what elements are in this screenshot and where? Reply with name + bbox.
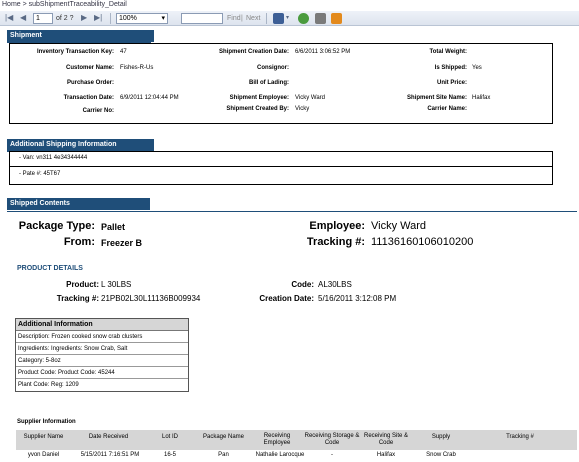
column-header: Date Received xyxy=(88,434,129,440)
creation-date-label: Creation Date: xyxy=(259,294,314,303)
code-value: AL30LBS xyxy=(318,280,352,289)
code-label: Code: xyxy=(291,280,314,289)
tracking-value: 11136160106010200 xyxy=(371,236,474,248)
column-header: Lot ID xyxy=(161,434,178,440)
product-label: Product: xyxy=(66,280,99,289)
table-cell: Pan xyxy=(218,452,229,458)
inventory-key-label: Inventory Transaction Key: xyxy=(36,49,114,55)
first-page-icon[interactable]: |◀ xyxy=(5,13,13,23)
additional-information-title: Additional Information xyxy=(16,319,188,331)
product-details-title: PRODUCT DETAILS xyxy=(17,265,83,272)
info-row: Description: Frozen cooked snow crab clu… xyxy=(16,331,188,343)
consignor-label: Consignor: xyxy=(257,65,289,71)
info-row: Product Code: Product Code: 45244 xyxy=(16,367,188,379)
refresh-icon[interactable] xyxy=(298,13,309,24)
shipment-employee-label: Shipment Employee: xyxy=(229,95,289,101)
shipment-created-by-label: Shipment Created By: xyxy=(226,106,289,112)
toolbar-divider xyxy=(266,13,267,24)
creation-date-label: Shipment Creation Date: xyxy=(218,49,289,55)
rss-feed-icon[interactable] xyxy=(331,13,342,24)
customer-name-label: Customer Name: xyxy=(65,65,114,71)
column-header: Receiving Employee xyxy=(263,433,291,446)
info-row: Ingredients: Ingredients: Snow Crab, Sal… xyxy=(16,343,188,355)
shipment-site-value: Halifax xyxy=(472,95,491,101)
next-link[interactable]: Next xyxy=(246,13,260,24)
is-shipped-label: Is Shipped: xyxy=(434,65,467,71)
export-dropdown-icon[interactable]: ▾ xyxy=(286,13,289,23)
creation-date-value: 5/16/2011 3:12:08 PM xyxy=(318,294,397,303)
shipping-info-row: - Van: vn311 4e34344444 xyxy=(19,155,88,161)
supplier-table-header: Supplier Name Date Received Lot ID Packa… xyxy=(16,430,577,450)
table-cell: Halifax xyxy=(376,452,396,458)
report-toolbar: |◀ ◀ of 2 ? ▶ ▶| 100% ▾ Find | Next ▾ xyxy=(0,11,579,26)
column-header: Receiving Storage & Code xyxy=(304,433,360,446)
additional-shipping-header: Additional Shipping Information xyxy=(7,139,154,151)
product-tracking-label: Tracking #: xyxy=(56,294,99,303)
package-type-label: Package Type: xyxy=(18,220,95,232)
find-separator: | xyxy=(241,15,243,22)
unit-price-label: Unit Price: xyxy=(436,80,467,86)
from-label: From: xyxy=(63,236,95,248)
creation-date-value: 6/6/2011 3:06:52 PM xyxy=(295,49,351,55)
transaction-date-value: 6/9/2011 12:04:44 PM xyxy=(120,95,179,101)
column-header: Package Name xyxy=(202,434,245,440)
zoom-value: 100% xyxy=(119,15,137,22)
table-cell: Snow Crab xyxy=(426,452,456,458)
info-row: Category: 5-8oz xyxy=(16,355,188,367)
bill-of-lading-label: Bill of Lading: xyxy=(249,80,289,86)
additional-shipping-box: - Van: vn311 4e34344444 - Pate #: 45T67 xyxy=(9,151,553,185)
section-underline xyxy=(7,211,577,212)
shipment-employee-value: Vicky Ward xyxy=(295,95,326,101)
next-page-icon[interactable]: ▶ xyxy=(81,13,87,23)
print-icon[interactable] xyxy=(315,13,326,24)
shipped-contents-header: Shipped Contents xyxy=(7,198,150,210)
shipment-created-by-value: Vicky xyxy=(295,106,310,112)
shipping-info-row: - Pate #: 45T67 xyxy=(19,171,61,177)
purchase-order-label: Purchase Order: xyxy=(66,80,114,86)
breadcrumb[interactable]: Home > subShipmentTraceability_Detail xyxy=(0,0,579,11)
supplier-information-title: Supplier Information xyxy=(17,419,76,425)
previous-page-icon[interactable]: ◀ xyxy=(20,13,26,23)
is-shipped-value: Yes xyxy=(472,65,482,71)
info-row: Plant Code: Reg: 1209 xyxy=(18,382,79,388)
table-cell: Nathalie Larocque xyxy=(255,452,305,458)
table-cell: yvon Daniel xyxy=(27,452,60,458)
find-link[interactable]: Find xyxy=(227,13,241,24)
table-cell: 16-5 xyxy=(163,452,176,458)
product-value: L 30LBS xyxy=(101,280,132,289)
shipment-box: Inventory Transaction Key: 47 Shipment C… xyxy=(9,43,553,124)
toolbar-divider xyxy=(110,13,111,24)
customer-name-value: Fishes-R-Us xyxy=(120,65,154,71)
transaction-date-label: Transaction Date: xyxy=(63,95,114,101)
shipment-site-label: Shipment Site Name: xyxy=(406,95,467,101)
column-header: Supplier Name xyxy=(23,434,64,440)
page-number-input[interactable] xyxy=(33,13,53,24)
carrier-no-label: Carrier No: xyxy=(82,108,114,114)
inventory-key-value: 47 xyxy=(120,49,127,55)
last-page-icon[interactable]: ▶| xyxy=(94,13,102,23)
total-weight-label: Total Weight: xyxy=(429,49,467,55)
column-header: Tracking # xyxy=(506,434,534,440)
zoom-select[interactable]: 100% ▾ xyxy=(116,13,168,24)
table-cell: 5/15/2011 7:16:51 PM xyxy=(80,452,140,458)
save-icon[interactable] xyxy=(273,13,284,24)
table-cell: - xyxy=(331,452,333,458)
carrier-name-label: Carrier Name: xyxy=(427,106,467,112)
row-divider xyxy=(10,166,552,167)
employee-value: Vicky Ward xyxy=(371,220,427,232)
shipment-section-header: Shipment xyxy=(7,30,154,42)
employee-label: Employee: xyxy=(309,220,365,232)
column-header: Supply xyxy=(431,434,451,440)
from-value: Freezer B xyxy=(101,238,143,248)
find-input[interactable] xyxy=(181,13,223,24)
tracking-label: Tracking #: xyxy=(306,236,365,248)
column-header: Receiving Site & Code xyxy=(363,433,409,446)
product-tracking-value: 21PB02L30L11136B009934 xyxy=(101,294,201,303)
page-count: of 2 ? xyxy=(56,15,74,22)
additional-information-box: Additional Information Description: Froz… xyxy=(15,318,189,392)
chevron-down-icon: ▾ xyxy=(161,15,165,22)
package-type-value: Pallet xyxy=(101,222,126,232)
